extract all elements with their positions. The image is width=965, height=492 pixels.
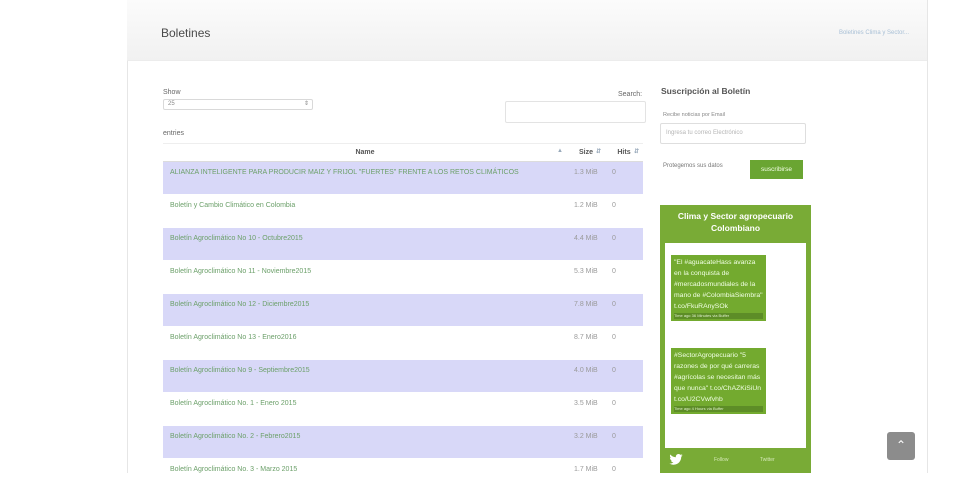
page: Boletines Boletines Clima y Sector... Sh…: [0, 0, 965, 492]
file-hits: 0: [605, 392, 643, 426]
file-size: 4.4 MiB: [567, 227, 605, 261]
table-row: Boletín Agroclimático No. 3 - Marzo 2015…: [163, 458, 643, 492]
table-row: Boletín Agroclimático No 10 - Octubre201…: [163, 227, 643, 261]
boletines-table: Name ▲ Size ⇵ Hits ⇵ ALIANZA INTELIGENTE PA…: [163, 143, 643, 492]
entries-label: entries: [163, 130, 185, 137]
file-hits: 0: [605, 359, 643, 393]
file-size: 3.5 MiB: [567, 392, 605, 426]
file-hits: 0: [605, 458, 643, 492]
file-size: 3.2 MiB: [567, 425, 605, 459]
file-link[interactable]: ALIANZA INTELIGENTE PARA PRODUCIR MAIZ Y…: [163, 161, 567, 195]
tweet[interactable]: #SectorAgropecuario "5 razones de por qu…: [671, 348, 766, 414]
tweet[interactable]: "El #aguacateHass avanza en la conquista…: [671, 255, 766, 321]
email-field[interactable]: Ingresa tu correo Electrónico: [660, 123, 806, 144]
page-title: Boletines: [161, 26, 211, 40]
column-header-name[interactable]: Name ▲: [163, 143, 567, 162]
file-link[interactable]: Boletín Agroclimático No 13 - Enero2016: [163, 326, 567, 360]
search-input[interactable]: [505, 101, 646, 123]
table-row: ALIANZA INTELIGENTE PARA PRODUCIR MAIZ Y…: [163, 161, 643, 195]
show-label: Show: [163, 89, 181, 96]
tweet-list: "El #aguacateHass avanza en la conquista…: [665, 243, 806, 473]
file-link[interactable]: Boletín Agroclimático No 10 - Octubre201…: [163, 227, 567, 261]
file-hits: 0: [605, 425, 643, 459]
file-size: 7.8 MiB: [567, 293, 605, 327]
file-size: 1.3 MiB: [567, 161, 605, 195]
left-border: [127, 0, 128, 473]
table-row: Boletín Agroclimático No. 2 - Febrero201…: [163, 425, 643, 459]
email-label: Recibe noticias por Email: [663, 112, 726, 118]
file-size: 1.2 MiB: [567, 194, 605, 228]
table-row: Boletín Agroclimático No 12 - Diciembre2…: [163, 293, 643, 327]
file-link[interactable]: Boletín Agroclimático No 12 - Diciembre2…: [163, 293, 567, 327]
scroll-to-top-button[interactable]: ⌃: [887, 432, 915, 460]
file-size: 5.3 MiB: [567, 260, 605, 294]
entries-select-value: 25: [168, 101, 175, 107]
file-link[interactable]: Boletín Agroclimático No. 3 - Marzo 2015: [163, 458, 567, 492]
privacy-note: Protegemos sus datos: [663, 163, 723, 169]
table-row: Boletín y Cambio Climático en Colombia 1…: [163, 194, 643, 228]
chevron-up-icon: ⌃: [896, 438, 907, 452]
breadcrumb[interactable]: Boletines Clima y Sector...: [839, 30, 909, 36]
subscription-title: Suscripción al Boletín: [661, 86, 751, 96]
table-row: Boletín Agroclimático No 13 - Enero2016 …: [163, 326, 643, 360]
file-link[interactable]: Boletín Agroclimático No. 2 - Febrero201…: [163, 425, 567, 459]
table-row: Boletín Agroclimático No. 1 - Enero 2015…: [163, 392, 643, 426]
tweet-text: #SectorAgropecuario "5 razones de por qu…: [674, 352, 762, 403]
table-row: Boletín Agroclimático No 11 - Noviembre2…: [163, 260, 643, 294]
tweet-text: "El #aguacateHass avanza en la conquista…: [674, 259, 763, 310]
file-link[interactable]: Boletín Agroclimático No. 1 - Enero 2015: [163, 392, 567, 426]
sort-asc-icon: ▲: [557, 148, 563, 154]
twitter-bird-icon[interactable]: [669, 454, 683, 465]
column-header-size[interactable]: Size ⇵: [567, 143, 605, 162]
file-size: 8.7 MiB: [567, 326, 605, 360]
entries-select[interactable]: 25 ⇕: [163, 99, 313, 110]
column-header-hits[interactable]: Hits ⇵: [605, 143, 643, 162]
file-link[interactable]: Boletín Agroclimático No 9 - Septiembre2…: [163, 359, 567, 393]
twitter-widget: Clima y Sector agropecuario Colombiano "…: [660, 205, 811, 473]
widget-title: Clima y Sector agropecuario Colombiano: [677, 211, 794, 233]
page-header: Boletines Boletines Clima y Sector...: [127, 0, 927, 61]
right-border: [927, 0, 928, 473]
select-arrow-icon: ⇕: [303, 101, 309, 107]
file-hits: 0: [605, 194, 643, 228]
sort-icon: ⇵: [633, 149, 639, 155]
subscribe-button[interactable]: suscribirse: [750, 160, 803, 179]
sort-icon: ⇵: [595, 149, 601, 155]
file-size: 4.0 MiB: [567, 359, 605, 393]
file-hits: 0: [605, 260, 643, 294]
file-hits: 0: [605, 161, 643, 195]
file-link[interactable]: Boletín Agroclimático No 11 - Noviembre2…: [163, 260, 567, 294]
widget-footer: Follow Twitter: [660, 448, 811, 473]
file-hits: 0: [605, 293, 643, 327]
file-size: 1.7 MiB: [567, 458, 605, 492]
twitter-link[interactable]: Twitter: [760, 457, 775, 463]
table-row: Boletín Agroclimático No 9 - Septiembre2…: [163, 359, 643, 393]
search-label: Search:: [618, 91, 643, 98]
file-link[interactable]: Boletín y Cambio Climático en Colombia: [163, 194, 567, 228]
follow-link[interactable]: Follow: [714, 457, 728, 463]
tweet-meta: Time ago 4 Hours via Buffer: [674, 406, 763, 412]
file-hits: 0: [605, 227, 643, 261]
table-header-row: Name ▲ Size ⇵ Hits ⇵: [163, 143, 643, 162]
tweet-meta: Time ago 36 Minutes via Buffer: [674, 313, 763, 319]
file-hits: 0: [605, 326, 643, 360]
